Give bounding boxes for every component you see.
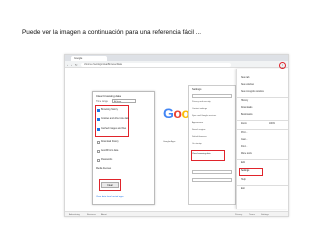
back-icon[interactable]: ‹	[67, 63, 68, 67]
clear-button[interactable]: Clear	[101, 182, 119, 188]
settings-row[interactable]: On startup	[192, 143, 202, 145]
option-label: Cached images and files	[101, 128, 127, 130]
settings-panel: Settings Privacy and security Content se…	[188, 85, 236, 205]
menu-item-settings[interactable]: Settings	[241, 170, 249, 172]
option-label: Passwords	[101, 159, 113, 161]
settings-field[interactable]	[192, 170, 232, 174]
menu-item[interactable]: New window	[241, 84, 254, 86]
option-label: Download history	[101, 141, 119, 143]
footer-link[interactable]: Business	[87, 214, 96, 216]
footer-link[interactable]: Advertising	[69, 214, 80, 216]
menu-item[interactable]: Edit	[241, 162, 245, 164]
hosted-apps-link[interactable]: Clear data from hosted apps	[96, 196, 124, 198]
settings-row[interactable]: Content settings	[192, 108, 207, 110]
page-caption: Puede ver la imagen a continuación para …	[22, 29, 202, 36]
menu-item[interactable]: Help	[241, 179, 246, 181]
more-vert-icon[interactable]: ⋮	[279, 61, 286, 69]
option-label: Autofill form data	[101, 150, 119, 152]
google-logo: Goo	[163, 105, 190, 121]
checkbox-autofill[interactable]	[97, 150, 100, 153]
menu-item[interactable]: More tools	[241, 153, 252, 155]
settings-row[interactable]: Search engine	[192, 129, 205, 131]
footer-link[interactable]: About	[101, 214, 107, 216]
menu-item[interactable]: History	[241, 100, 248, 102]
settings-search-input[interactable]	[192, 94, 232, 98]
reload-icon[interactable]: ↻	[75, 63, 78, 67]
url-input[interactable]: chrome://settings/clearBrowserData	[81, 62, 231, 67]
settings-field[interactable]	[192, 178, 232, 182]
footer-bar: Advertising Business About Privacy Terms…	[65, 211, 288, 216]
menu-item[interactable]: Exit	[241, 188, 245, 190]
forward-icon[interactable]: ›	[71, 63, 72, 67]
checkbox-cached-images[interactable]	[97, 128, 100, 131]
chrome-menu: New tab New window New incognito window …	[236, 69, 288, 209]
menu-item[interactable]: Find...	[241, 146, 247, 148]
more-options-label: Media licenses	[96, 168, 112, 170]
settings-row[interactable]: Privacy and security	[192, 101, 211, 103]
checkbox-cookies[interactable]	[97, 118, 100, 121]
menu-item[interactable]: New incognito window	[241, 91, 264, 93]
footer-link[interactable]: Terms	[249, 214, 255, 216]
settings-title: Settings	[192, 88, 202, 91]
settings-row[interactable]: Default browser	[192, 136, 207, 138]
menu-item[interactable]: Downloads	[241, 107, 252, 109]
settings-row[interactable]: Sync and Google services	[192, 115, 216, 117]
address-bar: ‹ › ↻ chrome://settings/clearBrowserData…	[65, 61, 288, 69]
side-panel-label: Google Apps	[163, 141, 176, 143]
time-range-select[interactable]: All time	[112, 99, 136, 103]
time-range-label: Time range	[96, 100, 109, 103]
option-label: Browsing history	[101, 109, 118, 111]
menu-item[interactable]: Bookmarks	[241, 114, 253, 116]
dialog-title: Clear browsing data	[96, 94, 121, 98]
clear-browsing-data-dialog: Clear browsing data Time range All time …	[92, 91, 155, 205]
checkbox-download-history[interactable]	[97, 141, 100, 144]
menu-item[interactable]: New tab	[241, 77, 249, 79]
settings-row[interactable]: Appearance	[192, 122, 203, 124]
footer-link[interactable]: Settings	[261, 214, 269, 216]
browser-screenshot: Google ‹ › ↻ chrome://settings/clearBrow…	[64, 54, 289, 217]
menu-item[interactable]: Print...	[241, 132, 248, 134]
settings-highlight-box	[191, 150, 225, 161]
settings-row-clear-data[interactable]: Clear browsing data	[192, 153, 210, 155]
checkbox-browsing-history[interactable]	[97, 109, 100, 112]
menu-item[interactable]: Cast...	[241, 139, 248, 141]
zoom-value[interactable]: 100%	[269, 123, 275, 125]
option-label: Cookies and other site data	[101, 118, 129, 120]
footer-link[interactable]: Privacy	[235, 214, 242, 216]
menu-item-zoom: Zoom	[241, 123, 247, 125]
checkbox-passwords[interactable]	[97, 159, 100, 162]
